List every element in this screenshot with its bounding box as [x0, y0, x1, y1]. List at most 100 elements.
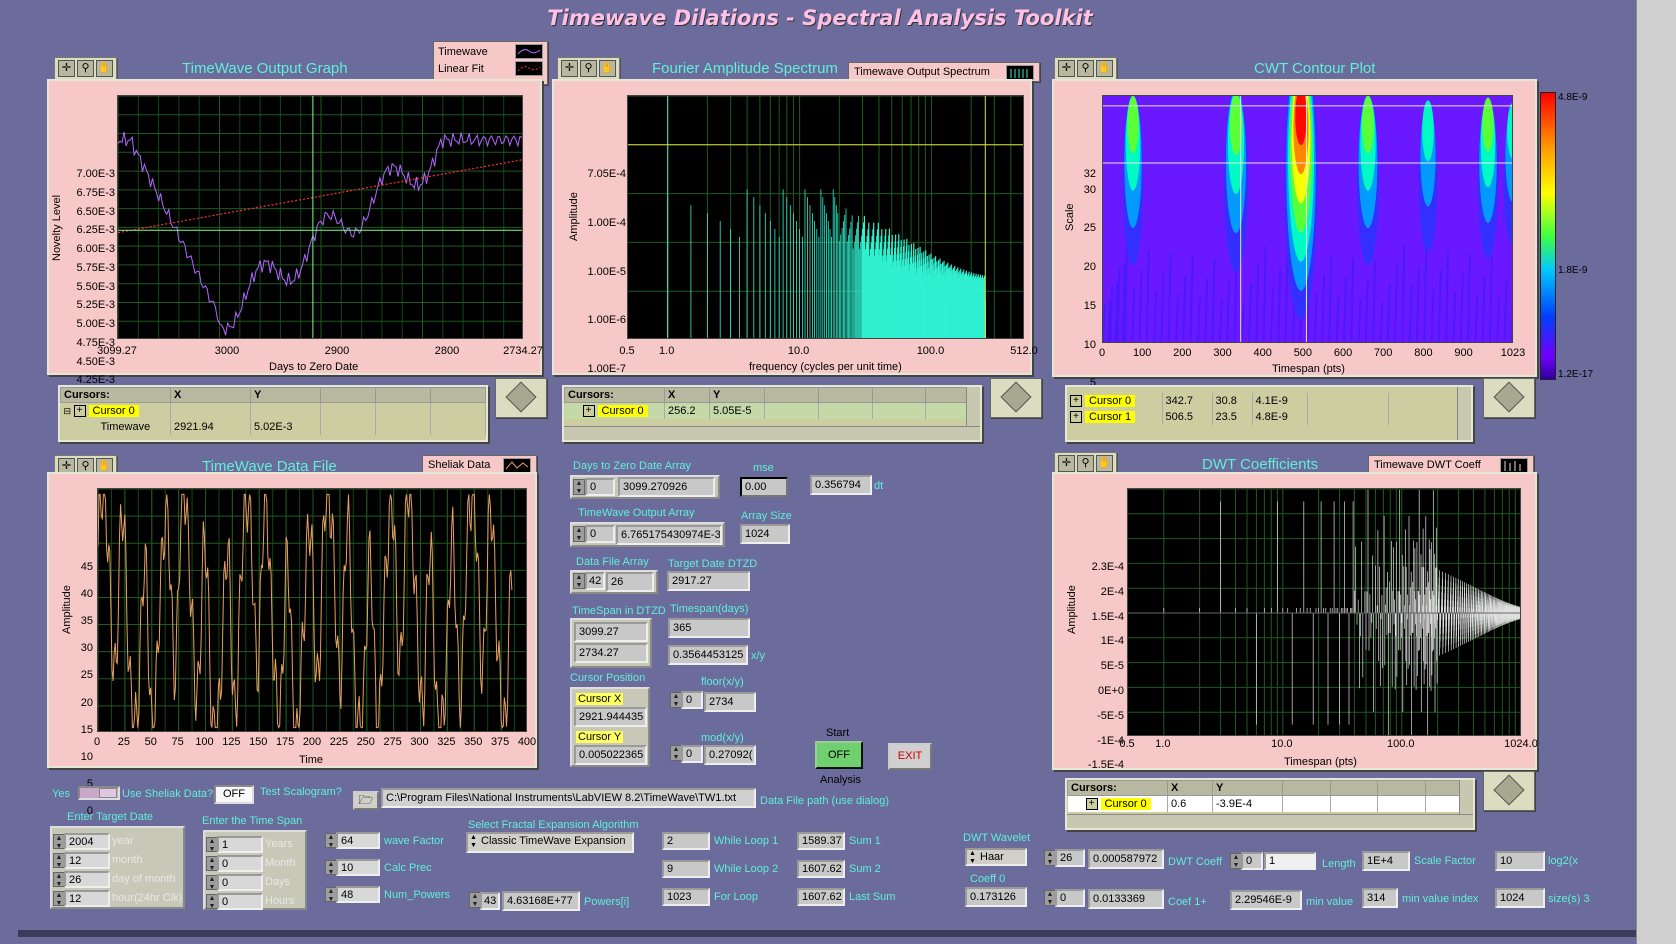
dwt-wavelet-select[interactable]: ▲ ▼ Haar [965, 848, 1027, 866]
y-tick-label: 25 [80, 669, 93, 682]
powers-index[interactable]: 43 [480, 892, 500, 910]
cursor-crosshair-icon: + [1070, 395, 1082, 408]
numeric-field[interactable]: 12 [64, 852, 110, 869]
x-tick-label: 512.0 [1010, 345, 1038, 357]
hand-icon[interactable]: ✋ [599, 60, 616, 77]
param-field[interactable]: 10 [336, 859, 380, 876]
tw-array-label: TimeWave Output Array [578, 507, 695, 519]
zoom-icon[interactable]: ⚲ [1077, 455, 1094, 472]
days-index[interactable]: 0 [585, 478, 615, 496]
graph4-plot[interactable] [97, 488, 527, 732]
zoom-icon[interactable]: ⚲ [580, 60, 597, 77]
data-value: 26 [606, 572, 654, 592]
contour-texture [1218, 299, 1223, 342]
param-field[interactable]: 48 [336, 886, 380, 903]
colorbar-min-label: 1.2E-17 [1558, 369, 1594, 380]
cursor-0-label[interactable]: Cursor 0 [597, 404, 648, 417]
coeff0-value: 0.173126 [965, 887, 1027, 907]
crosshair-icon[interactable]: ✛ [58, 60, 75, 77]
use-sheliak-toggle[interactable] [78, 786, 120, 800]
mod-label: mod(x/y) [701, 732, 744, 744]
contour-texture [1510, 293, 1512, 342]
zoom-icon[interactable]: ⚲ [77, 60, 94, 77]
field-label: Month [265, 857, 296, 869]
exit-button[interactable]: EXIT [888, 743, 932, 770]
dwt-wavelet-value: Haar [980, 851, 1004, 863]
cursor-list-hscroll[interactable] [1067, 814, 1473, 828]
days-index-spinner[interactable]: ▲ ▼ [573, 479, 585, 495]
graph4-ylabel: Amplitude [61, 585, 73, 634]
y-tick-label: 7.05E-4 [587, 168, 626, 180]
hand-icon[interactable]: ✋ [1096, 455, 1113, 472]
graph1-cursor-legend[interactable]: Cursors: X Y ⊟ + Cursor 0 Timewave 2921.94 5.… [58, 385, 488, 442]
min-value-label: min value [1306, 896, 1354, 908]
crosshair-icon[interactable]: ✛ [1058, 455, 1075, 472]
graph2-cursor-legend[interactable]: Cursors: X Y + Cursor 0 256.2 5.05E-5 [562, 385, 982, 442]
cursor-1-x: 506.5 [1162, 409, 1213, 425]
hand-icon[interactable]: ✋ [1096, 60, 1113, 77]
x-tick-label: 400 [1253, 347, 1272, 359]
numeric-field[interactable]: 0 [217, 855, 263, 872]
graph3-cursor-move-button[interactable] [1483, 378, 1535, 418]
cursor-0-label[interactable]: Cursor 0 [1100, 797, 1151, 810]
cursor-0-label[interactable]: Cursor 0 [88, 404, 139, 417]
cursor-list-vscroll[interactable] [1457, 387, 1471, 440]
dwt-coeff-index[interactable]: 26 [1055, 849, 1085, 867]
coef1-index[interactable]: 0 [1055, 889, 1085, 907]
tw-index-spinner[interactable]: ▲ ▼ [573, 526, 585, 542]
tw-index[interactable]: 0 [585, 525, 615, 543]
y-tick-label: 45 [80, 561, 93, 573]
graph5-plot[interactable] [1127, 488, 1521, 736]
zoom-icon[interactable]: ⚲ [1077, 60, 1094, 77]
sum-label: Sum 1 [849, 835, 881, 847]
crosshair-icon[interactable]: ✛ [1058, 60, 1075, 77]
field-label: hour(24hr Clk) [112, 892, 183, 904]
numeric-field[interactable]: 2004 [64, 833, 110, 850]
graph2-plot[interactable] [627, 95, 1024, 339]
sizes-label: size(s) 3 [1548, 893, 1590, 905]
graph5-cursor-legend[interactable]: Cursors: X Y + Cursor 0 0.6 -3.9E-4 [1065, 778, 1475, 830]
numeric-field[interactable]: 0 [217, 893, 263, 910]
mod-index[interactable]: 0 [681, 745, 703, 763]
contour-texture [1423, 247, 1428, 342]
front-panel: Timewave Dilations - Spectral Analysis T… [0, 0, 1676, 944]
cursors-header: Cursors: [60, 387, 171, 403]
algorithm-select[interactable]: ▲ ▼ Classic TimeWave Expansion [466, 832, 634, 853]
y-tick-label: 5.50E-3 [76, 280, 115, 293]
days-value: 3099.270926 [618, 477, 715, 497]
floor-index[interactable]: 0 [681, 691, 703, 709]
contour-texture [1240, 302, 1245, 342]
cursor-1-label[interactable]: Cursor 1 [1085, 410, 1136, 423]
y-tick-label: 2E-4 [1100, 585, 1124, 598]
y-tick-label: 7.00E-3 [76, 168, 115, 180]
hand-icon[interactable]: ✋ [96, 60, 113, 77]
cursor-list-hscroll[interactable] [564, 426, 980, 440]
numeric-field[interactable]: 1 [217, 836, 263, 853]
contour-texture [1262, 245, 1267, 342]
graph2-cursor-move-button[interactable] [990, 378, 1042, 418]
data-index-spinner[interactable]: ▲ ▼ [573, 573, 585, 589]
graph3-contour-plot[interactable] [1102, 95, 1513, 343]
graph1-plot[interactable] [117, 95, 523, 339]
timespan-start: 3099.27 [574, 622, 648, 642]
x-tick-label: 1.0 [1155, 738, 1171, 750]
test-scalogram-button[interactable]: OFF [214, 785, 254, 804]
graph1-cursor-move-button[interactable] [495, 378, 547, 418]
start-button[interactable]: OFF [815, 741, 863, 769]
length-value[interactable]: 1 [1264, 852, 1316, 870]
data-index[interactable]: 42 [585, 572, 605, 590]
y-header: Y [709, 387, 765, 403]
crosshair-icon[interactable]: ✛ [561, 60, 578, 77]
graph5-cursor-move-button[interactable] [1483, 771, 1535, 811]
graph3-cursor-legend[interactable]: + Cursor 0 342.7 30.8 4.1E-9 + Cursor 1 506.5 2… [1065, 385, 1473, 442]
timespan-days-label: Timespan(days) [670, 603, 749, 615]
data-file-path[interactable]: C:\Program Files\National Instruments\La… [381, 788, 756, 808]
cursor-0-label[interactable]: Cursor 0 [1085, 394, 1136, 407]
numeric-field[interactable]: 12 [64, 890, 110, 907]
numeric-field[interactable]: 26 [64, 871, 110, 888]
numeric-field[interactable]: 0 [217, 874, 263, 891]
param-field[interactable]: 64 [336, 832, 380, 849]
folder-browse-button[interactable]: 🗁 [353, 791, 379, 810]
length-index[interactable]: 0 [1241, 852, 1263, 870]
contour-texture [1328, 254, 1333, 342]
